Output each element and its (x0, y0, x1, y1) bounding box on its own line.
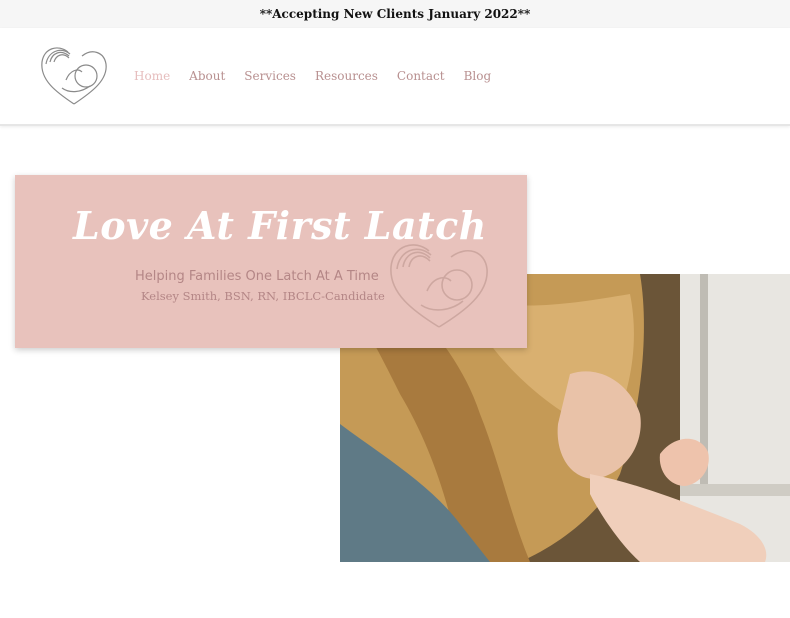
main-nav: Home About Services Resources Contact Bl… (134, 69, 510, 83)
nav-about[interactable]: About (189, 69, 225, 83)
hero-card: Love At First Latch Helping Families One… (15, 175, 527, 348)
mother-baby-heart-logo-icon[interactable] (36, 40, 112, 108)
site-header: Home About Services Resources Contact Bl… (0, 28, 790, 126)
announcement-bar: **Accepting New Clients January 2022** (0, 0, 790, 28)
nav-services[interactable]: Services (244, 69, 296, 83)
announcement-text: **Accepting New Clients January 2022** (259, 7, 531, 21)
nav-blog[interactable]: Blog (464, 69, 492, 83)
hero-credentials: Kelsey Smith, BSN, RN, IBCLC-Candidate (141, 289, 385, 303)
nav-contact[interactable]: Contact (397, 69, 445, 83)
nav-resources[interactable]: Resources (315, 69, 378, 83)
hero-subtitle: Helping Families One Latch At A Time (135, 269, 379, 284)
nav-home[interactable]: Home (134, 69, 170, 83)
mother-baby-heart-logo-icon (390, 244, 488, 328)
